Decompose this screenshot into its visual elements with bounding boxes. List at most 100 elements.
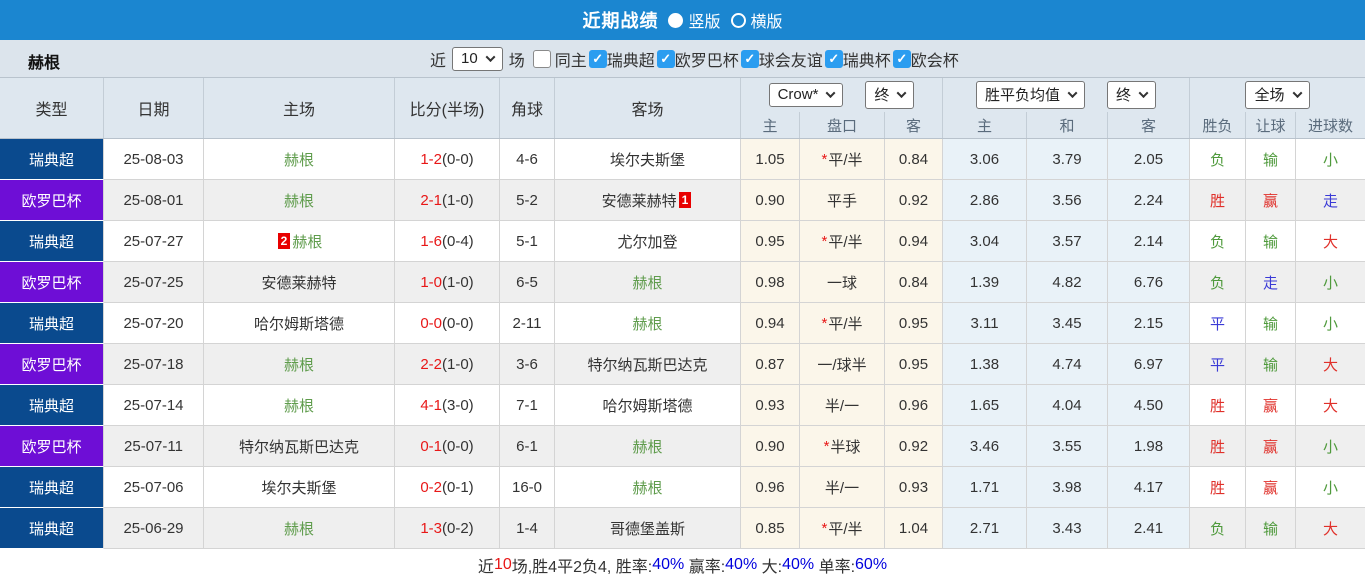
- mean-metric-select[interactable]: 胜平负均值: [975, 81, 1085, 109]
- odds-home: 0.90: [741, 426, 800, 467]
- odds-time-select[interactable]: 终: [865, 81, 915, 109]
- table-row: 欧罗巴杯 25-07-18 赫根 2-2 (1-0) 3-6 特尔纳瓦斯巴达克 …: [0, 344, 1365, 385]
- full-time-score: 1-2: [420, 150, 442, 168]
- col-header-corner: 角球: [500, 78, 555, 138]
- mean-away: 4.50: [1108, 385, 1190, 426]
- odds-away: 0.93: [885, 467, 943, 508]
- score-cell: 0-0 (0-0): [395, 303, 500, 344]
- filter-controls: 近 10 场 同主 ✓ 瑞典超 ✓ 欧罗巴杯 ✓ 球会友谊 ✓ 瑞典杯 ✓ 欧会杯: [430, 40, 959, 78]
- league-checkbox[interactable]: ✓: [588, 50, 607, 68]
- handicap-cell: * 平/半: [800, 303, 885, 344]
- away-cell: 埃尔夫斯堡: [555, 139, 741, 180]
- score-cell: 2-1 (1-0): [395, 180, 500, 221]
- league-filters: ✓ 瑞典超 ✓ 欧罗巴杯 ✓ 球会友谊 ✓ 瑞典杯 ✓ 欧会杯: [587, 47, 959, 71]
- away-team-name: 埃尔夫斯堡: [609, 151, 685, 169]
- away-team-name: 赫根: [632, 274, 663, 292]
- goals-result-cell: 大: [1296, 385, 1365, 426]
- away-cell: 赫根: [555, 262, 741, 303]
- handicap-result-cell: 赢: [1246, 467, 1296, 508]
- filter-bar: 赫根 近 10 场 同主 ✓ 瑞典超 ✓ 欧罗巴杯 ✓ 球会友谊 ✓ 瑞典杯 ✓ 欧会杯: [0, 40, 1365, 78]
- half-time-score: (0-0): [442, 437, 474, 455]
- mean-home: 1.38: [943, 344, 1027, 385]
- half-time-score: (0-1): [442, 478, 474, 496]
- match-date: 25-08-03: [104, 139, 204, 180]
- league-filter-item[interactable]: ✓ 欧会杯: [891, 47, 959, 71]
- home-red-card-badge: 2: [277, 233, 291, 249]
- league-cell: 瑞典超: [0, 303, 104, 344]
- league-label: 球会友谊: [758, 53, 823, 70]
- handicap-result-cell: 输: [1246, 344, 1296, 385]
- same-home-checkbox[interactable]: [532, 50, 551, 68]
- goals-result-cell: 大: [1296, 221, 1365, 262]
- mean-away: 1.98: [1108, 426, 1190, 467]
- half-time-score: (1-0): [442, 273, 474, 291]
- league-filter-item[interactable]: ✓ 球会友谊: [739, 47, 823, 71]
- league-checkbox[interactable]: ✓: [656, 50, 675, 68]
- handicap-cell: 平手: [800, 180, 885, 221]
- league-checkbox[interactable]: ✓: [740, 50, 759, 68]
- home-team-name: 特尔纳瓦斯巴达克: [238, 438, 359, 456]
- home-cell: 赫根: [204, 344, 395, 385]
- half-time-score: (0-0): [442, 150, 474, 168]
- odds-home: 0.96: [741, 467, 800, 508]
- goals-result-cell: 小: [1296, 262, 1365, 303]
- league-filter-item[interactable]: ✓ 欧罗巴杯: [655, 47, 739, 71]
- odds-away: 0.92: [885, 426, 943, 467]
- away-team-name: 哥德堡盖斯: [609, 520, 685, 538]
- team-name: 赫根: [28, 55, 61, 72]
- mean-home: 1.39: [943, 262, 1027, 303]
- mean-draw: 4.04: [1027, 385, 1108, 426]
- full-group-header: 全场: [1190, 78, 1365, 112]
- mean-draw: 4.82: [1027, 262, 1108, 303]
- handicap-text: 半球: [830, 438, 861, 456]
- league-checkbox[interactable]: ✓: [892, 50, 911, 68]
- match-count-select[interactable]: 10: [452, 47, 503, 71]
- scope-select[interactable]: 全场: [1245, 81, 1310, 109]
- mean-time-select[interactable]: 终: [1107, 81, 1157, 109]
- layout-radio-vertical[interactable]: 竖版: [668, 8, 721, 32]
- mean-draw: 3.57: [1027, 221, 1108, 262]
- result-cell: 负: [1190, 139, 1246, 180]
- handicap-star: *: [821, 150, 828, 168]
- radio-selected-icon[interactable]: [668, 12, 684, 28]
- handicap-text: 平手: [826, 192, 857, 210]
- mean-draw: 4.74: [1027, 344, 1108, 385]
- odds-away: 0.92: [885, 180, 943, 221]
- league-checkbox[interactable]: ✓: [824, 50, 843, 68]
- odds-company-select[interactable]: Crow*: [768, 83, 844, 107]
- mean-group-header: 胜平负均值 终: [943, 78, 1190, 112]
- summary-footer: 近 10 场,胜4平2负4, 胜率: 40% 赢率: 40% 大: 40% 单率: 60%: [0, 549, 1365, 580]
- league-filter-item[interactable]: ✓ 瑞典超: [587, 47, 655, 71]
- goals-result-cell: 小: [1296, 303, 1365, 344]
- result-cell: 负: [1190, 262, 1246, 303]
- handicap-cell: 一球: [800, 262, 885, 303]
- goals-result-cell: 走: [1296, 180, 1365, 221]
- mean-draw: 3.56: [1027, 180, 1108, 221]
- odds-home: 0.95: [741, 221, 800, 262]
- mean-draw: 3.45: [1027, 303, 1108, 344]
- mean-home: 3.11: [943, 303, 1027, 344]
- full-time-score: 1-0: [420, 273, 442, 291]
- home-team-name: 赫根: [292, 233, 323, 251]
- match-date: 25-07-14: [104, 385, 204, 426]
- corner-score: 4-6: [500, 139, 555, 180]
- handicap-cell: 一/球半: [800, 344, 885, 385]
- chevron-down-icon: [485, 52, 496, 63]
- corner-score: 3-6: [500, 344, 555, 385]
- odds-home: 0.90: [741, 180, 800, 221]
- odds-away: 1.04: [885, 508, 943, 549]
- home-team-name: 赫根: [283, 192, 314, 210]
- sub-header-mean-home: 主: [943, 112, 1027, 138]
- radio-unselected-icon[interactable]: [730, 12, 746, 28]
- table-header: 类型 日期 主场 比分(半场) 角球 客场 Crow* 终 胜平负均值 终 全场…: [0, 78, 1365, 139]
- same-home-label: 同主: [554, 53, 587, 70]
- league-label: 欧罗巴杯: [674, 53, 739, 70]
- away-cell: 尤尔加登: [555, 221, 741, 262]
- handicap-result-cell: 赢: [1246, 426, 1296, 467]
- mean-metric-value: 胜平负均值: [984, 87, 1060, 104]
- league-label: 瑞典超: [606, 53, 655, 70]
- goals-result-cell: 大: [1296, 508, 1365, 549]
- half-time-score: (1-0): [442, 355, 474, 373]
- layout-radio-horizontal[interactable]: 横版: [730, 8, 783, 32]
- league-filter-item[interactable]: ✓ 瑞典杯: [823, 47, 891, 71]
